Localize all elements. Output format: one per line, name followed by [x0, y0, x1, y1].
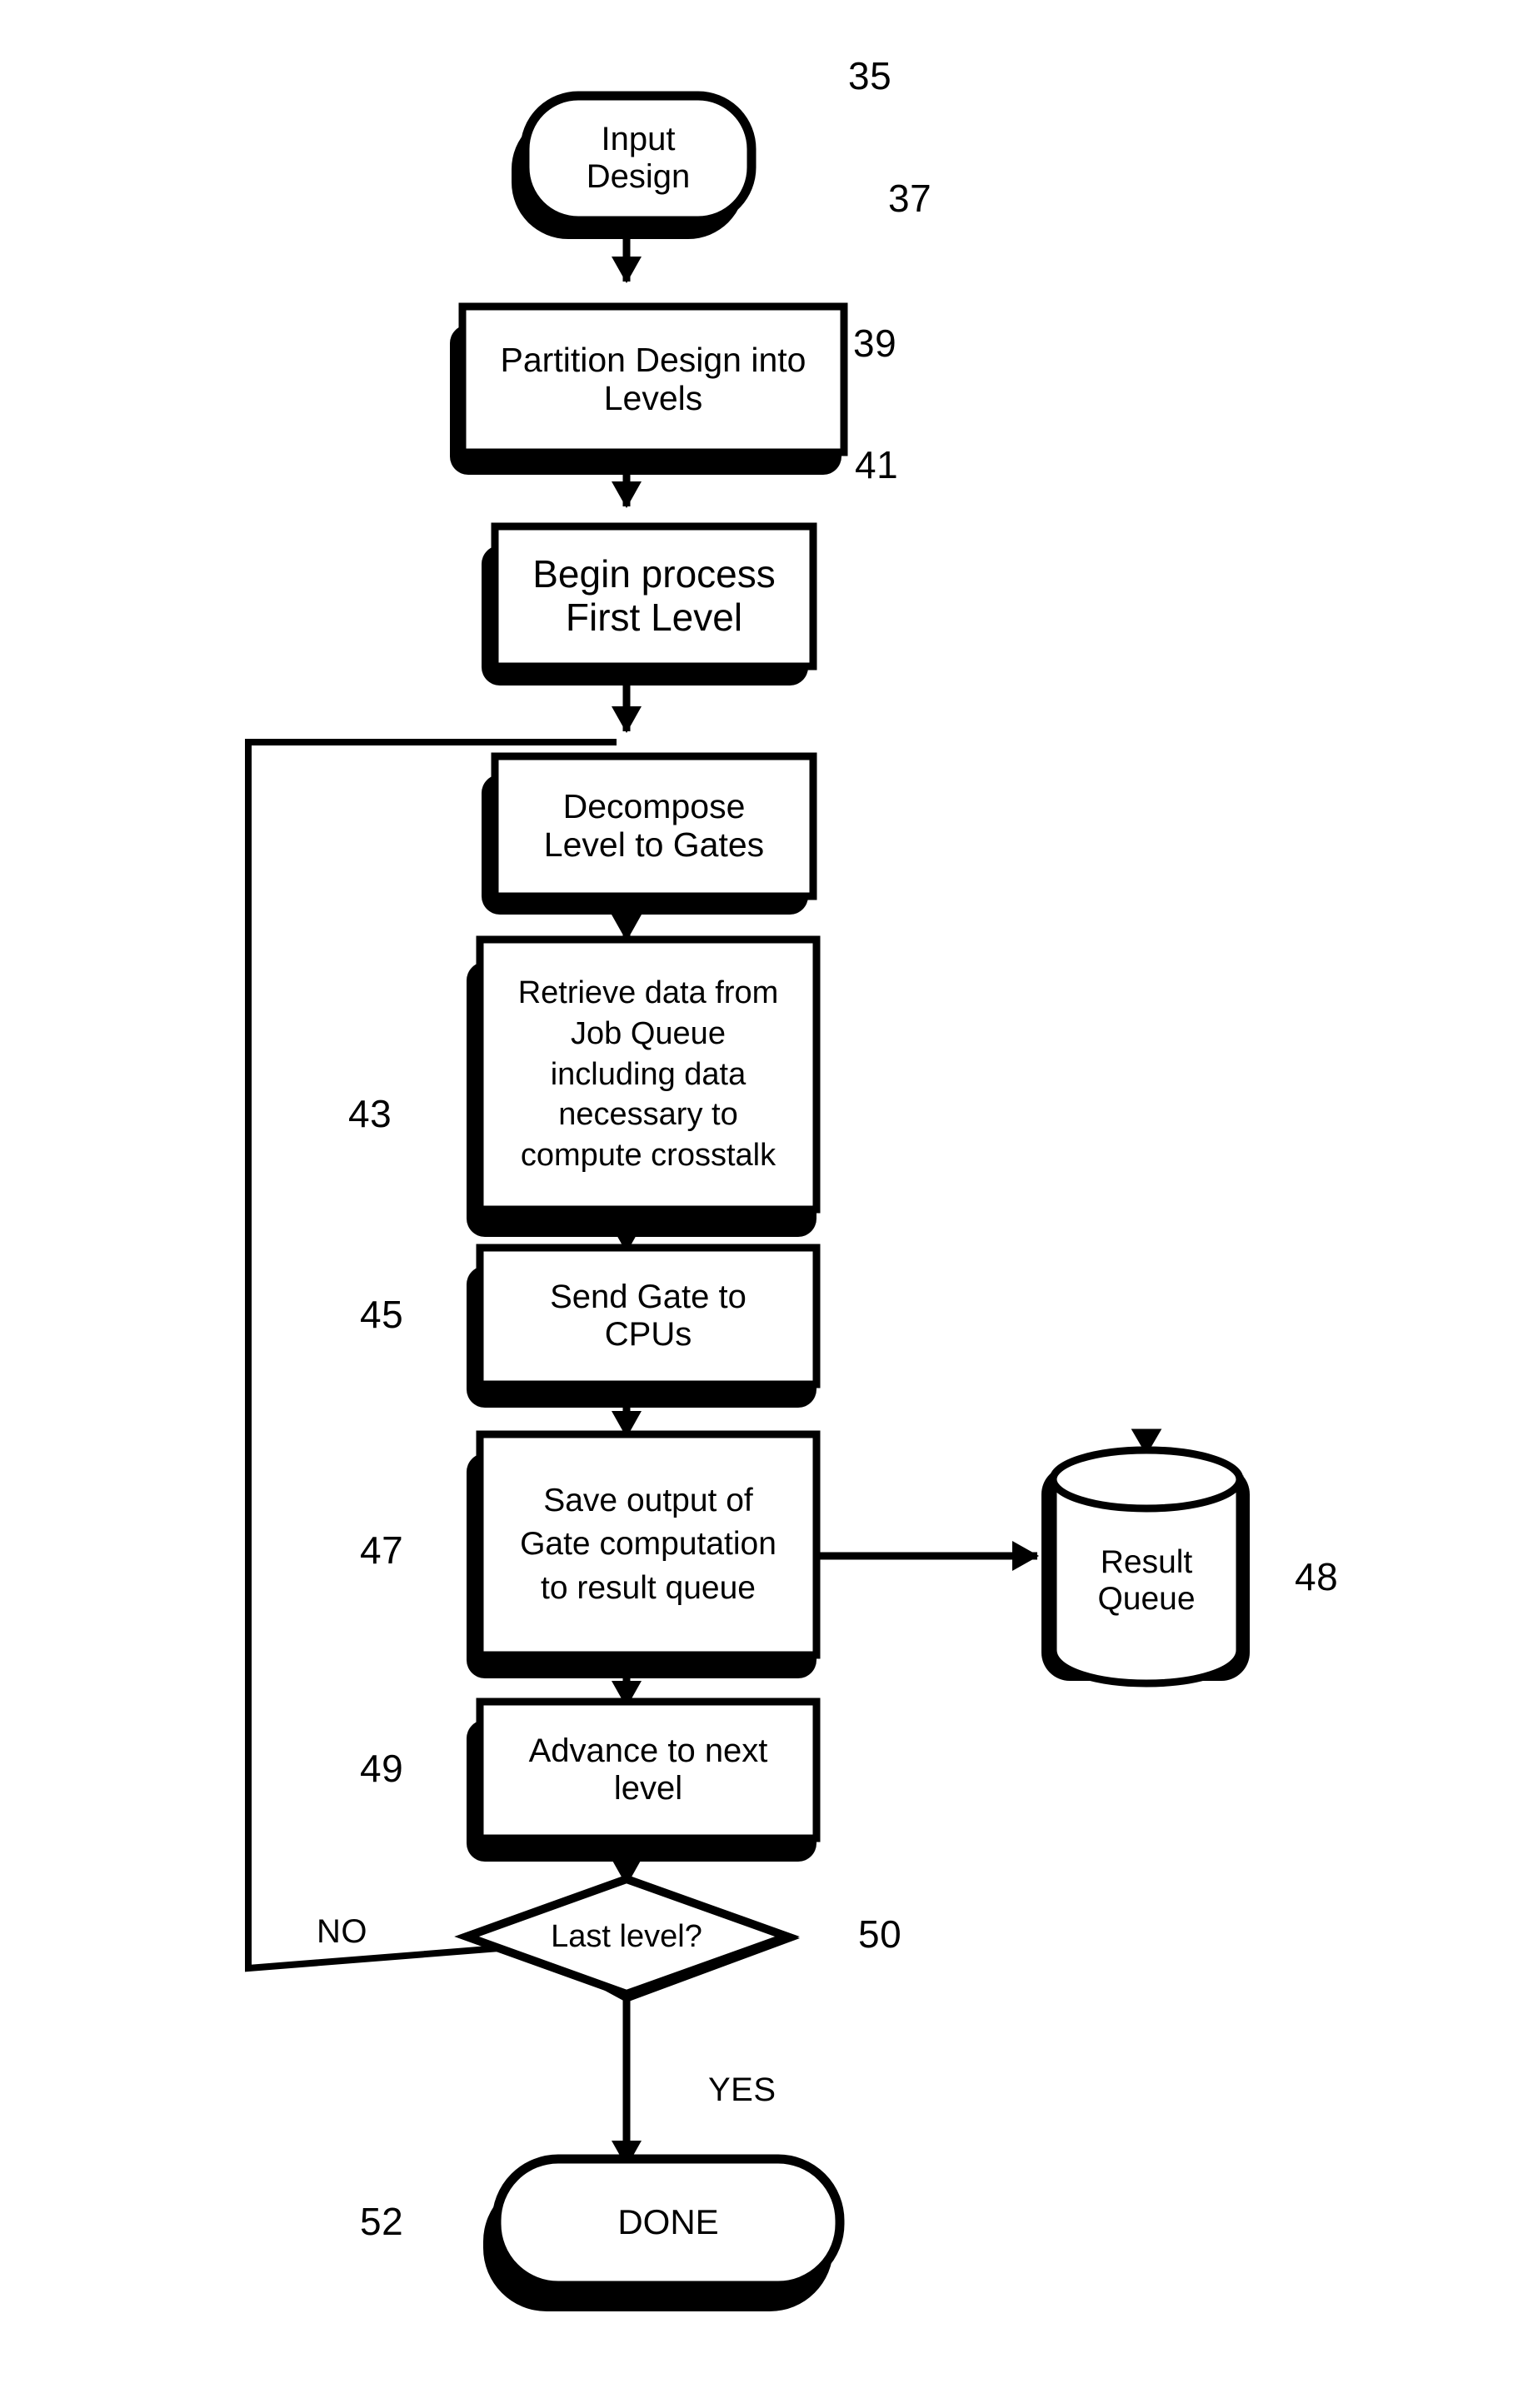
node-partition-design: [458, 302, 848, 456]
ref-label-45: 45: [360, 1293, 404, 1336]
node-advance-level: [476, 1698, 821, 1842]
edge-label-no: NO: [317, 1913, 367, 1950]
node-done: [492, 2154, 845, 2291]
ref-label-41: 41: [855, 443, 899, 486]
ref-label-37: 37: [888, 177, 932, 220]
node-begin-process: [491, 522, 817, 671]
edge-label-yes: YES: [708, 2071, 776, 2108]
ref-label-52: 52: [360, 2200, 404, 2243]
node-result-queue: [1049, 1428, 1244, 1688]
ref-label-47: 47: [360, 1528, 404, 1572]
node-retrieve-data: [476, 935, 821, 1214]
ref-label-43: 43: [348, 1092, 392, 1135]
node-send-gate: [476, 1244, 821, 1388]
node-input-design: [520, 91, 757, 226]
ref-label-48: 48: [1295, 1555, 1339, 1598]
ref-label-39: 39: [853, 322, 897, 365]
flowchart-canvas: [245, 91, 1250, 2311]
flowchart-page: Input Design 35 Partition Design into Le…: [0, 0, 1533, 2408]
node-shapes: [454, 91, 1244, 2291]
ref-label-35: 35: [848, 54, 892, 97]
node-last-level-decision: [454, 1874, 800, 1999]
node-save-output: [476, 1430, 821, 1659]
node-decompose-level: [491, 752, 817, 900]
ref-label-49: 49: [360, 1747, 404, 1790]
ref-label-50: 50: [858, 1912, 902, 1956]
